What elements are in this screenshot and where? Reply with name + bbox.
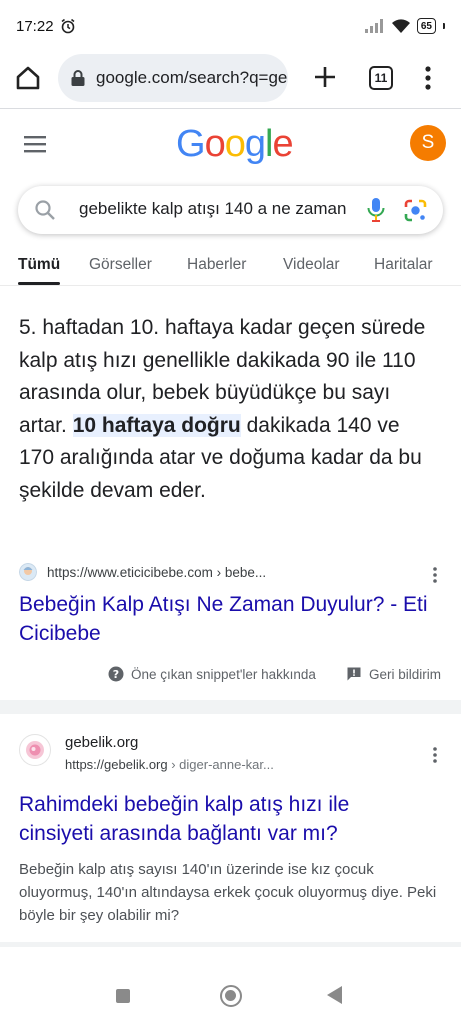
logo-letter: g	[244, 123, 266, 165]
google-logo[interactable]: Google	[176, 123, 294, 166]
tab-videos[interactable]: Videolar	[283, 256, 340, 274]
search-box[interactable]: gebelikte kalp atışı 140 a ne zaman	[18, 186, 443, 234]
address-url[interactable]: google.com/search?q=ge	[96, 68, 287, 88]
featured-more-icon[interactable]	[432, 566, 438, 584]
home-nav-icon[interactable]	[220, 985, 242, 1007]
address-bar[interactable]: google.com/search?q=ge	[58, 54, 288, 102]
battery-indicator: 65	[416, 18, 436, 34]
eticicibebe-favicon	[19, 563, 37, 581]
tab-all[interactable]: Tümü	[18, 256, 60, 274]
tab-news[interactable]: Haberler	[187, 256, 246, 274]
result-separator	[0, 700, 461, 714]
new-tab-icon[interactable]	[312, 64, 338, 90]
result-more-icon[interactable]	[432, 746, 438, 764]
voice-search-icon[interactable]	[366, 197, 386, 223]
tab-count: 11	[374, 71, 388, 85]
hamburger-menu-icon[interactable]	[24, 135, 46, 153]
tabs-divider	[0, 285, 461, 286]
search-icon	[35, 200, 55, 220]
bottom-separator	[0, 942, 461, 947]
gebelik-logo-icon	[26, 741, 44, 759]
featured-source[interactable]: https://www.eticicibebe.com › bebe...	[19, 561, 444, 583]
logo-letter: G	[176, 123, 206, 165]
battery-tip	[443, 23, 445, 29]
avatar-letter: S	[421, 132, 435, 153]
result-url[interactable]: https://gebelik.org › diger-anne-kar...	[65, 757, 274, 772]
logo-letter: e	[272, 123, 293, 165]
about-snippets-link[interactable]: ? Öne çıkan snippet'ler hakkında	[108, 666, 316, 682]
system-nav-bar	[0, 968, 461, 1024]
featured-result-title[interactable]: Bebeğin Kalp Atışı Ne Zaman Duyulur? - E…	[19, 590, 444, 648]
svg-text:?: ?	[113, 668, 119, 681]
about-snippets-label[interactable]: Öne çıkan snippet'ler hakkında	[131, 667, 316, 682]
home-icon[interactable]	[14, 64, 42, 92]
featured-snippet-text: 5. haftadan 10. haftaya kadar geçen süre…	[19, 312, 439, 507]
result-url-base[interactable]: https://gebelik.org	[65, 757, 168, 772]
logo-letter: o	[204, 123, 226, 165]
feedback-icon	[347, 667, 361, 681]
help-icon: ?	[108, 666, 124, 682]
tab-maps[interactable]: Haritalar	[374, 256, 433, 274]
google-header: Google S	[0, 109, 461, 179]
status-bar: 17:22 65	[0, 0, 461, 52]
result-description: Bebeğin kalp atış sayısı 140'ın üzerinde…	[19, 861, 437, 924]
tab-images[interactable]: Görseller	[89, 256, 152, 274]
alarm-icon	[61, 18, 75, 34]
browser-toolbar: google.com/search?q=ge 11	[0, 52, 461, 104]
recents-icon[interactable]	[116, 989, 130, 1003]
snippet-footer: ? Öne çıkan snippet'ler hakkında Geri bi…	[0, 666, 461, 686]
tab-switcher-button[interactable]: 11	[369, 66, 393, 90]
search-tabs: Tümü Görseller Haberler Videolar Harital…	[0, 246, 461, 286]
feedback-label[interactable]: Geri bildirim	[369, 667, 441, 682]
gebelik-favicon	[19, 734, 51, 766]
featured-source-url[interactable]: https://www.eticicibebe.com › bebe...	[47, 565, 266, 580]
battery-level: 65	[420, 20, 432, 32]
feedback-link[interactable]: Geri bildirim	[346, 666, 441, 682]
google-lens-icon[interactable]	[403, 198, 428, 223]
account-avatar[interactable]: S	[410, 125, 446, 161]
lock-icon[interactable]	[70, 69, 86, 87]
more-menu-icon[interactable]	[418, 64, 438, 92]
wifi-icon	[391, 19, 410, 33]
search-query[interactable]: gebelikte kalp atışı 140 a ne zaman	[79, 199, 349, 219]
logo-letter: o	[224, 123, 246, 165]
result-site-name[interactable]: gebelik.org	[65, 734, 138, 751]
status-time: 17:22	[16, 17, 54, 35]
result-url-breadcrumb[interactable]: › diger-anne-kar...	[168, 757, 274, 772]
result-title[interactable]: Rahimdeki bebeğin kalp atış hızı ile cin…	[19, 790, 419, 848]
snippet-highlight: 10 haftaya doğru	[72, 413, 241, 437]
back-icon[interactable]	[327, 986, 342, 1004]
signal-icon	[364, 19, 383, 33]
